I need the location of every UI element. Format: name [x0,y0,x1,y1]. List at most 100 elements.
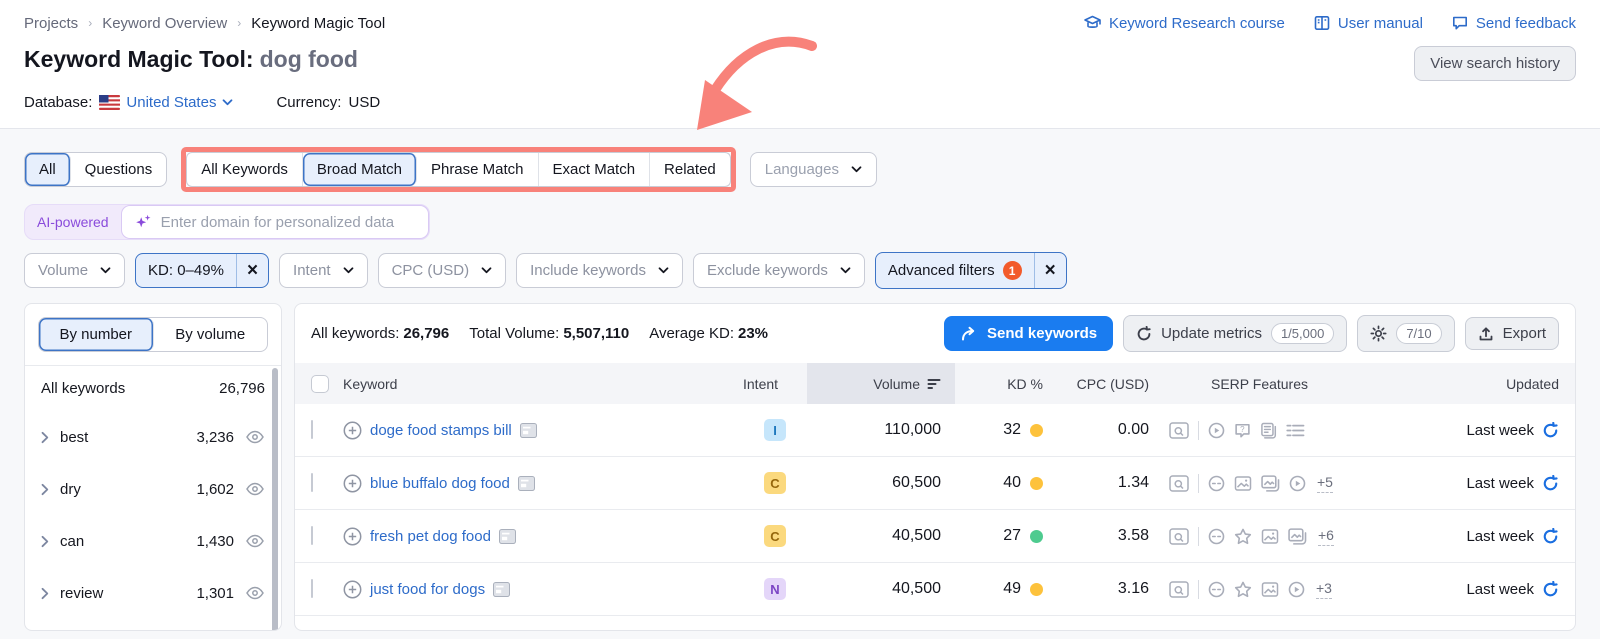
tab-related[interactable]: Related [650,153,730,186]
tab-phrase-match[interactable]: Phrase Match [417,153,539,186]
cpc-value: 3.58 [1117,527,1149,544]
serp-preview-mini-icon[interactable] [517,475,535,491]
star-icon[interactable] [1234,528,1252,545]
add-keyword-icon[interactable] [343,527,362,546]
sidebar-scrollbar[interactable] [272,368,278,630]
refresh-icon[interactable] [1542,527,1559,545]
export-button[interactable]: Export [1464,317,1559,350]
tab-all[interactable]: All [25,153,71,186]
volume-filter[interactable]: Volume [24,253,126,288]
column-header-updated[interactable]: Updated [1419,363,1575,404]
group-item-review[interactable]: review 1,301 [25,567,281,619]
column-header-serp-features[interactable]: SERP Features [1169,363,1419,404]
all-keywords-row[interactable]: All keywords 26,796 [25,365,281,411]
serp-preview-icon[interactable] [1169,474,1189,492]
tab-exact-match[interactable]: Exact Match [539,153,651,186]
image-icon[interactable] [1261,581,1279,597]
table-settings-button[interactable]: 7/10 [1357,315,1455,352]
row-checkbox[interactable] [311,420,313,439]
serp-more-link[interactable]: +3 [1316,580,1332,599]
cpc-value: 0.00 [1117,421,1149,438]
play-circle-icon[interactable] [1208,422,1225,439]
keyword-link[interactable]: fresh pet dog food [370,528,491,545]
eye-icon[interactable] [245,482,265,496]
graduation-cap-icon [1083,14,1102,32]
domain-input[interactable] [160,213,416,231]
serp-preview-mini-icon[interactable] [493,581,511,597]
tab-broad-match[interactable]: Broad Match [302,153,417,186]
row-checkbox[interactable] [311,473,313,492]
image-icon[interactable] [1261,528,1279,544]
refresh-icon[interactable] [1542,580,1559,598]
send-feedback-link[interactable]: Send feedback [1451,14,1576,32]
cpc-value: 1.34 [1117,474,1149,491]
link-icon[interactable] [1208,475,1225,492]
link-icon[interactable] [1208,528,1225,545]
database-selector[interactable]: United States [99,94,233,111]
serp-preview-mini-icon[interactable] [519,422,537,438]
keyword-link[interactable]: doge food stamps bill [370,422,512,439]
languages-dropdown[interactable]: Languages [749,152,877,187]
serp-preview-icon[interactable] [1169,527,1189,545]
serp-more-link[interactable]: +6 [1318,527,1334,546]
tab-by-number[interactable]: By number [39,318,154,351]
kd-filter-clear-button[interactable]: × [235,254,268,287]
serp-preview-icon[interactable] [1169,580,1189,598]
group-item-dry[interactable]: dry 1,602 [25,463,281,515]
intent-filter[interactable]: Intent [279,253,368,288]
currency-value: USD [348,94,381,111]
exclude-keywords-filter[interactable]: Exclude keywords [692,253,865,288]
column-header-intent[interactable]: Intent [743,363,807,404]
columns-quota: 7/10 [1396,323,1442,344]
add-keyword-icon[interactable] [343,421,362,440]
breadcrumb-keyword-overview[interactable]: Keyword Overview [102,15,227,32]
serp-preview-mini-icon[interactable] [498,528,516,544]
kd-filter-active[interactable]: KD: 0–49% × [135,253,270,288]
breadcrumb-projects[interactable]: Projects [24,15,78,32]
group-item-best[interactable]: best 3,236 [25,411,281,463]
column-header-keyword[interactable]: Keyword [343,363,743,404]
keyword-link[interactable]: blue buffalo dog food [370,475,510,492]
user-manual-link[interactable]: User manual [1313,14,1423,32]
serp-preview-icon[interactable] [1169,421,1189,439]
add-keyword-icon[interactable] [343,474,362,493]
advanced-filters-active[interactable]: Advanced filters 1 × [874,252,1067,289]
cpc-filter[interactable]: CPC (USD) [377,253,507,288]
comment-question-icon[interactable]: ? [1234,422,1251,439]
row-checkbox[interactable] [311,526,313,545]
include-keywords-filter[interactable]: Include keywords [516,253,683,288]
link-icon[interactable] [1208,581,1225,598]
column-header-volume[interactable]: Volume [807,363,955,404]
column-header-cpc[interactable]: CPC (USD) [1051,363,1169,404]
column-header-kd[interactable]: KD % [955,363,1051,404]
refresh-icon[interactable] [1542,474,1559,492]
tab-all-keywords[interactable]: All Keywords [187,153,303,186]
keyword-link[interactable]: just food for dogs [370,581,485,598]
play-circle-icon[interactable] [1288,581,1305,598]
play-circle-icon[interactable] [1289,475,1306,492]
image-stack-icon[interactable] [1261,474,1280,492]
view-search-history-button[interactable]: View search history [1414,46,1576,81]
breadcrumb-keyword-magic-tool: Keyword Magic Tool [251,14,386,32]
group-item-can[interactable]: can 1,430 [25,515,281,567]
star-icon[interactable] [1234,581,1252,598]
image-stack-icon[interactable] [1288,527,1307,545]
select-all-checkbox[interactable] [311,374,329,393]
update-metrics-button[interactable]: Update metrics 1/5,000 [1123,315,1348,352]
copy-doc-icon[interactable] [1260,422,1277,439]
serp-more-link[interactable]: +5 [1317,474,1333,493]
refresh-icon[interactable] [1542,421,1559,439]
image-icon[interactable] [1234,475,1252,491]
tab-questions[interactable]: Questions [71,153,167,186]
export-icon [1478,326,1494,342]
send-keywords-button[interactable]: Send keywords [944,316,1114,351]
eye-icon[interactable] [245,534,265,548]
list-icon[interactable] [1286,423,1305,438]
row-checkbox[interactable] [311,579,313,598]
add-keyword-icon[interactable] [343,580,362,599]
keyword-research-course-link[interactable]: Keyword Research course [1083,14,1285,32]
tab-by-volume[interactable]: By volume [154,318,268,351]
advanced-filters-clear-button[interactable]: × [1033,253,1066,288]
eye-icon[interactable] [245,586,265,600]
eye-icon[interactable] [245,430,265,444]
